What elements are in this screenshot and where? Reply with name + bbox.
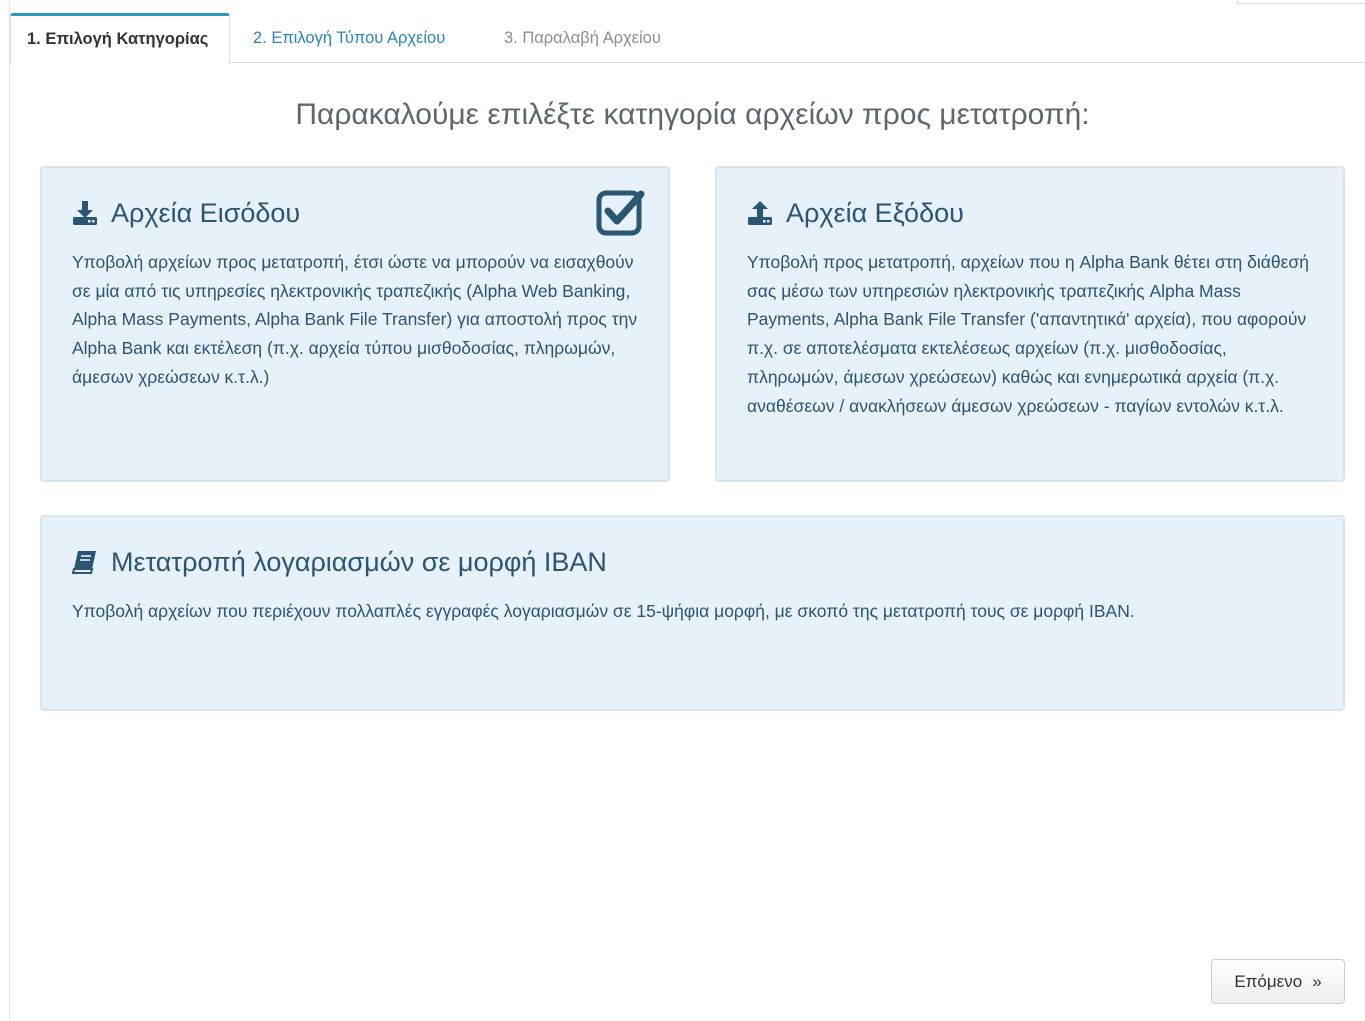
input-files-title-text: Αρχεία Εισόδου [111,197,301,228]
next-button-label: Επόμενο [1234,971,1303,991]
top-right-edge [1237,0,1365,4]
iban-conversion-title: Μετατροπή λογαριασμών σε μορφή IBAN [72,544,607,580]
iban-conversion-card[interactable]: Μετατροπή λογαριασμών σε μορφή IBAN Υποβ… [40,515,1345,711]
double-chevron-right-icon: » [1312,971,1322,991]
page-frame [9,0,1365,1021]
iban-conversion-title-text: Μετατροπή λογαριασμών σε μορφή IBAN [111,546,607,577]
output-files-card[interactable]: Αρχεία Εξόδου Υποβολή προς μετατροπή, αρ… [715,166,1345,482]
upload-icon [748,201,772,225]
page-heading: Παρακαλούμε επιλέξτε κατηγορία αρχείων π… [295,98,1090,131]
wizard-tabs: 1. Επιλογή Κατηγορίας 2. Επιλογή Τύπου Α… [10,13,1365,64]
output-files-description: Υποβολή προς μετατροπή, αρχείων που η Al… [747,252,1309,416]
iban-conversion-description: Υποβολή αρχείων που περιέχουν πολλαπλές … [72,601,1135,621]
output-files-title-text: Αρχεία Εξόδου [786,197,964,228]
download-icon [73,201,97,225]
book-icon [72,551,96,574]
checked-box-icon [596,190,645,236]
tab-select-file-type[interactable]: 2. Επιλογή Τύπου Αρχείου [237,13,461,63]
input-files-title: Αρχεία Εισόδου [72,195,300,231]
input-files-card[interactable]: Αρχεία Εισόδου Υποβολή αρχείων προς μετα… [40,166,670,482]
tab-receive-file: 3. Παραλαβή Αρχείου [504,29,661,47]
next-button[interactable]: Επόμενο » [1211,959,1345,1004]
tab-select-category[interactable]: 1. Επιλογή Κατηγορίας [10,13,230,64]
input-files-description: Υποβολή αρχείων προς μετατροπή, έτσι ώστ… [72,252,638,387]
output-files-title: Αρχεία Εξόδου [747,195,964,231]
